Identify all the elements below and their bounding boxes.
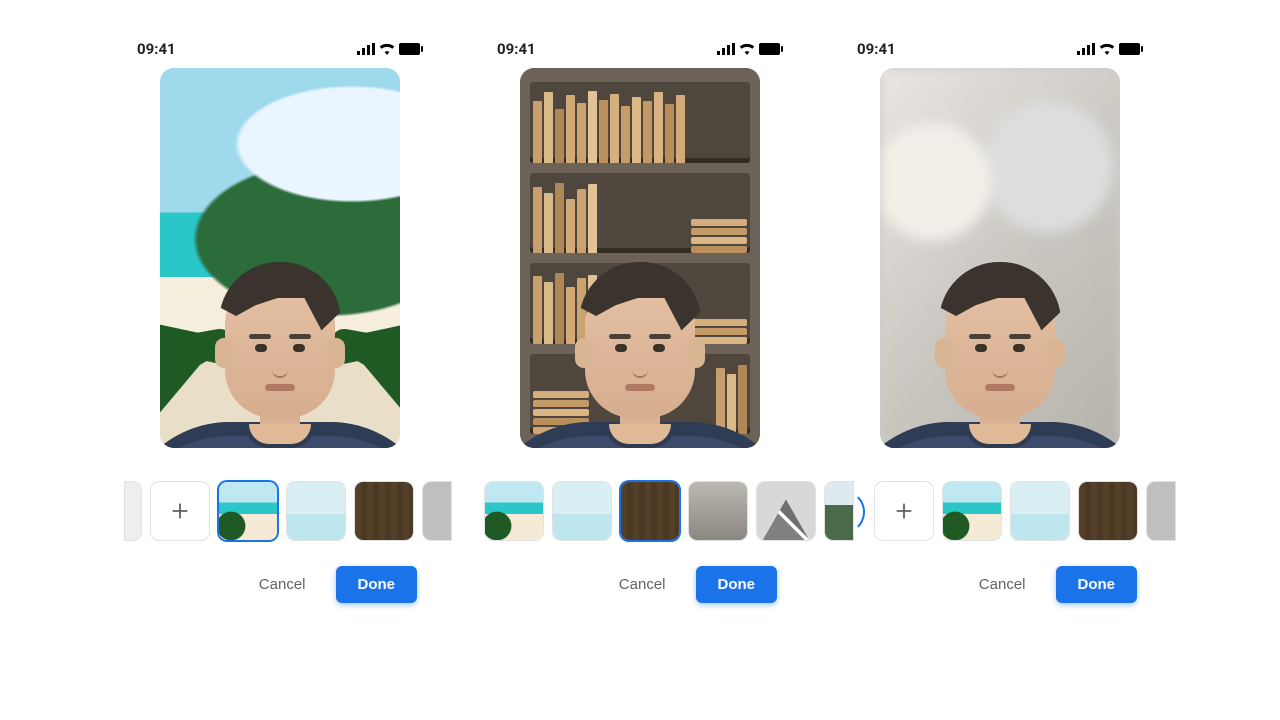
phone-screen-blur: 09:41 Cancel Done xyxy=(845,40,1155,603)
thumb-beach[interactable] xyxy=(219,482,277,540)
action-row: Cancel Done xyxy=(125,566,417,603)
cancel-button[interactable]: Cancel xyxy=(973,575,1032,594)
thumb-bookshelf[interactable] xyxy=(355,482,413,540)
phone-screen-bookshelf: 09:41 xyxy=(485,40,795,603)
phone-screen-beach: 09:41 xyxy=(125,40,435,603)
thumb-bookshelf[interactable] xyxy=(621,482,679,540)
signal-icon xyxy=(357,43,375,55)
status-bar: 09:41 xyxy=(485,40,795,68)
status-bar: 09:41 xyxy=(845,40,1155,68)
thumb-beach2[interactable] xyxy=(287,482,345,540)
thumbnail-strip[interactable] xyxy=(845,482,1175,540)
status-icons xyxy=(1077,43,1143,55)
thumb-mountain[interactable] xyxy=(757,482,815,540)
signal-icon xyxy=(717,43,735,55)
thumb-blur-partial[interactable] xyxy=(845,482,865,540)
plus-icon xyxy=(893,500,915,522)
screenshot-row: 09:41 xyxy=(0,0,1280,623)
cancel-button[interactable]: Cancel xyxy=(253,575,312,594)
wifi-icon xyxy=(1099,43,1115,55)
thumbnail-strip[interactable] xyxy=(125,482,451,540)
background-preview xyxy=(160,68,400,448)
status-icons xyxy=(717,43,783,55)
battery-icon xyxy=(399,43,423,55)
battery-icon xyxy=(1119,43,1143,55)
person-portrait xyxy=(880,174,1120,448)
status-time: 09:41 xyxy=(497,40,536,58)
status-time: 09:41 xyxy=(137,40,176,58)
thumb-beach[interactable] xyxy=(485,482,543,540)
add-background-button[interactable] xyxy=(151,482,209,540)
cancel-button[interactable]: Cancel xyxy=(613,575,672,594)
action-row: Cancel Done xyxy=(485,566,777,603)
plus-icon xyxy=(169,500,191,522)
person-portrait xyxy=(160,174,400,448)
battery-icon xyxy=(759,43,783,55)
signal-icon xyxy=(1077,43,1095,55)
add-background-button[interactable] xyxy=(875,482,933,540)
thumb-beach2[interactable] xyxy=(1011,482,1069,540)
wifi-icon xyxy=(379,43,395,55)
done-button[interactable]: Done xyxy=(1056,566,1138,603)
status-icons xyxy=(357,43,423,55)
done-button[interactable]: Done xyxy=(696,566,778,603)
background-preview xyxy=(880,68,1120,448)
thumb-bookshelf[interactable] xyxy=(1079,482,1137,540)
thumb-beach2[interactable] xyxy=(553,482,611,540)
status-bar: 09:41 xyxy=(125,40,435,68)
person-portrait xyxy=(520,174,760,448)
done-button[interactable]: Done xyxy=(336,566,418,603)
thumb-beach[interactable] xyxy=(943,482,1001,540)
wifi-icon xyxy=(739,43,755,55)
thumb-partial-right[interactable] xyxy=(423,482,451,540)
action-row: Cancel Done xyxy=(845,566,1137,603)
status-time: 09:41 xyxy=(857,40,896,58)
thumb-partial-left[interactable] xyxy=(125,482,141,540)
thumb-road[interactable] xyxy=(689,482,747,540)
thumb-partial-right[interactable] xyxy=(1147,482,1175,540)
background-preview xyxy=(520,68,760,448)
thumbnail-strip[interactable] xyxy=(485,482,853,540)
